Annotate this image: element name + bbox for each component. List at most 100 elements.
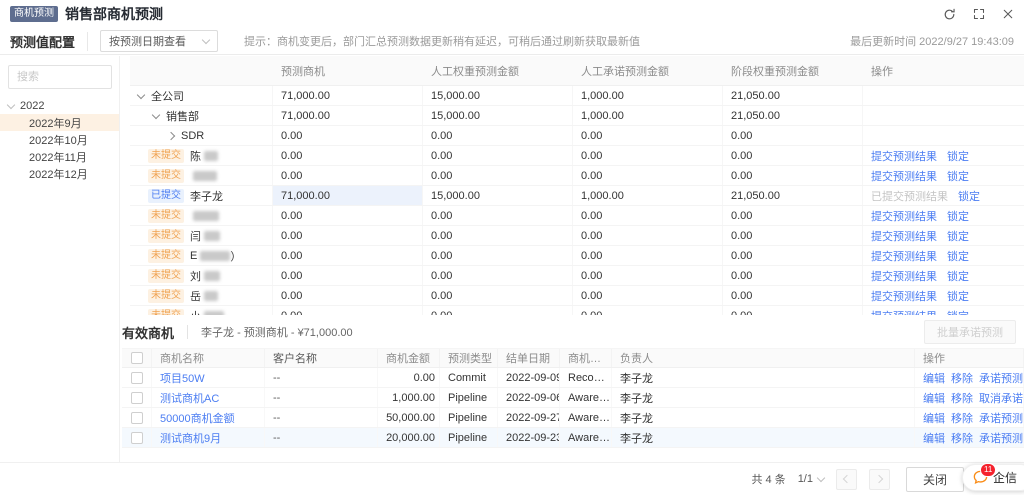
forecast-value-cell: 0.00 [273,126,423,145]
forecast-value-cell: 0.00 [273,306,423,315]
forecast-name-cell: 全公司 [130,86,273,105]
tree-item-2022年10月[interactable]: 2022年10月 [0,131,119,148]
tree-caret-icon[interactable] [8,102,20,110]
forecast-value-cell: 0.00 [723,166,863,185]
forecast-view-select[interactable]: 按预测日期查看 [100,30,218,52]
tree-item-2022年12月[interactable]: 2022年12月 [0,165,119,182]
action-link[interactable]: 移除 [951,430,973,446]
hint-text: 提示：商机变更后，部门汇总预测数据更新稍有延迟，可稍后通过刷新获取最新值 [244,33,640,49]
select-all-checkbox[interactable] [131,352,143,364]
close-button[interactable]: 关闭 [906,467,964,492]
forecast-value-cell: 21,050.00 [723,186,863,205]
row-checkbox[interactable] [131,392,143,404]
action-link[interactable]: 提交预测结果 [871,288,937,304]
search-input[interactable] [8,65,112,89]
chevron-right-icon [875,475,883,483]
row-checkbox[interactable] [131,432,143,444]
action-link[interactable]: 锁定 [947,208,969,224]
close-icon[interactable] [1002,8,1014,20]
forecast-row: 全公司71,000.0015,000.001,000.0021,050.00 [130,86,1024,106]
tree-item-2022[interactable]: 2022 [0,97,119,114]
action-link[interactable]: 承诺预测 [979,430,1023,446]
fullscreen-icon[interactable] [973,8,985,20]
action-link[interactable]: 锁定 [947,308,969,316]
close-date-cell: 2022-09-27 [498,408,560,427]
action-link[interactable]: 编辑 [923,390,945,406]
action-link[interactable]: 承诺预测 [979,370,1023,386]
next-page-button[interactable] [869,469,890,490]
select-all-cell [122,349,152,367]
forecast-value-cell: 0.00 [423,166,573,185]
amount-cell: 0.00 [378,368,440,387]
customer-cell: -- [265,408,378,427]
opportunity-name-link[interactable]: 项目50W [160,370,205,386]
action-link[interactable]: 锁定 [947,248,969,264]
opportunity-name-link[interactable]: 50000商机金额 [160,410,235,426]
action-link[interactable]: 锁定 [958,188,980,204]
forecast-col-header [130,56,273,85]
refresh-icon[interactable] [943,8,956,21]
batch-commit-button[interactable]: 批量承诺预测 [924,320,1016,344]
opps-col-header: 商机名称 [152,349,265,367]
forecast-value-cell: 0.00 [273,286,423,305]
close-date-cell: 2022-09-06 [498,388,560,407]
tree-item-2022年11月[interactable]: 2022年11月 [0,148,119,165]
action-link[interactable]: 编辑 [923,410,945,426]
opp-name-cell: 测试商机AC [152,388,265,407]
action-link[interactable]: 提交预测结果 [871,228,937,244]
row-checkbox[interactable] [131,372,143,384]
opp-name-cell: 50000商机金额 [152,408,265,427]
action-link[interactable]: 移除 [951,410,973,426]
action-link[interactable]: 锁定 [947,288,969,304]
page-select[interactable]: 1/1 [798,473,824,485]
opportunities-table: 商机名称客户名称商机金额预测类型结单日期商机阶段负责人操作 项目50W--0.0… [122,348,1024,448]
forecast-actions-cell: 提交预测结果锁定 [863,146,1024,165]
forecast-type-cell: Pipeline [440,408,498,427]
opportunity-name-link[interactable]: 测试商机9月 [160,430,221,446]
action-link[interactable]: 提交预测结果 [871,168,937,184]
action-link[interactable]: 提交预测结果 [871,268,937,284]
action-link[interactable]: 提交预测结果 [871,148,937,164]
amount-cell: 50,000.00 [378,408,440,427]
expand-caret-icon[interactable] [168,133,174,139]
action-link[interactable]: 移除 [951,370,973,386]
action-link[interactable]: 提交预测结果 [871,248,937,264]
row-checkbox-cell [122,388,152,407]
action-link[interactable]: 提交预测结果 [871,308,937,316]
action-link[interactable]: 锁定 [947,148,969,164]
forecast-name-cell: 未提交小 [130,306,273,315]
forecast-table-body: 全公司71,000.0015,000.001,000.0021,050.00销售… [130,86,1024,315]
opportunity-name-link[interactable]: 测试商机AC [160,390,219,406]
action-link[interactable]: 提交预测结果 [871,208,937,224]
status-badge: 未提交 [148,289,184,303]
forecast-value-cell: 0.00 [273,266,423,285]
forecast-actions-cell: 提交预测结果锁定 [863,286,1024,305]
action-link[interactable]: 锁定 [947,228,969,244]
forecast-row: 销售部71,000.0015,000.001,000.0021,050.00 [130,106,1024,126]
action-link[interactable]: 编辑 [923,430,945,446]
owner-cell: 李子龙 [612,368,915,387]
forecast-value-cell: 0.00 [273,246,423,265]
opportunity-row: 测试商机9月--20,000.00Pipeline2022-09-23Aware… [122,428,1024,448]
total-count: 共 4 条 [751,471,785,487]
expand-caret-icon[interactable] [153,112,159,120]
forecast-value-cell: 0.00 [573,146,723,165]
expand-caret-icon[interactable] [138,92,144,100]
action-link[interactable]: 移除 [951,390,973,406]
row-checkbox[interactable] [131,412,143,424]
prev-page-button[interactable] [836,469,857,490]
status-badge: 已提交 [148,189,184,203]
chat-pill[interactable]: 11 企信 [962,464,1024,491]
opportunity-row: 项目50W--0.00Commit2022-09-09Recommendati.… [122,368,1024,388]
redacted-text [204,291,218,301]
action-link[interactable]: 锁定 [947,168,969,184]
action-link[interactable]: 编辑 [923,370,945,386]
redacted-text [200,251,230,261]
forecast-name-cell: 未提交闫 [130,226,273,245]
tree-item-2022年9月[interactable]: 2022年9月 [0,114,119,131]
action-link[interactable]: 取消承诺 [979,390,1023,406]
action-link[interactable]: 锁定 [947,268,969,284]
action-link[interactable]: 承诺预测 [979,410,1023,426]
section-title: 有效商机 [122,323,174,342]
opp-actions-cell: 编辑移除取消承诺 [915,388,1024,407]
